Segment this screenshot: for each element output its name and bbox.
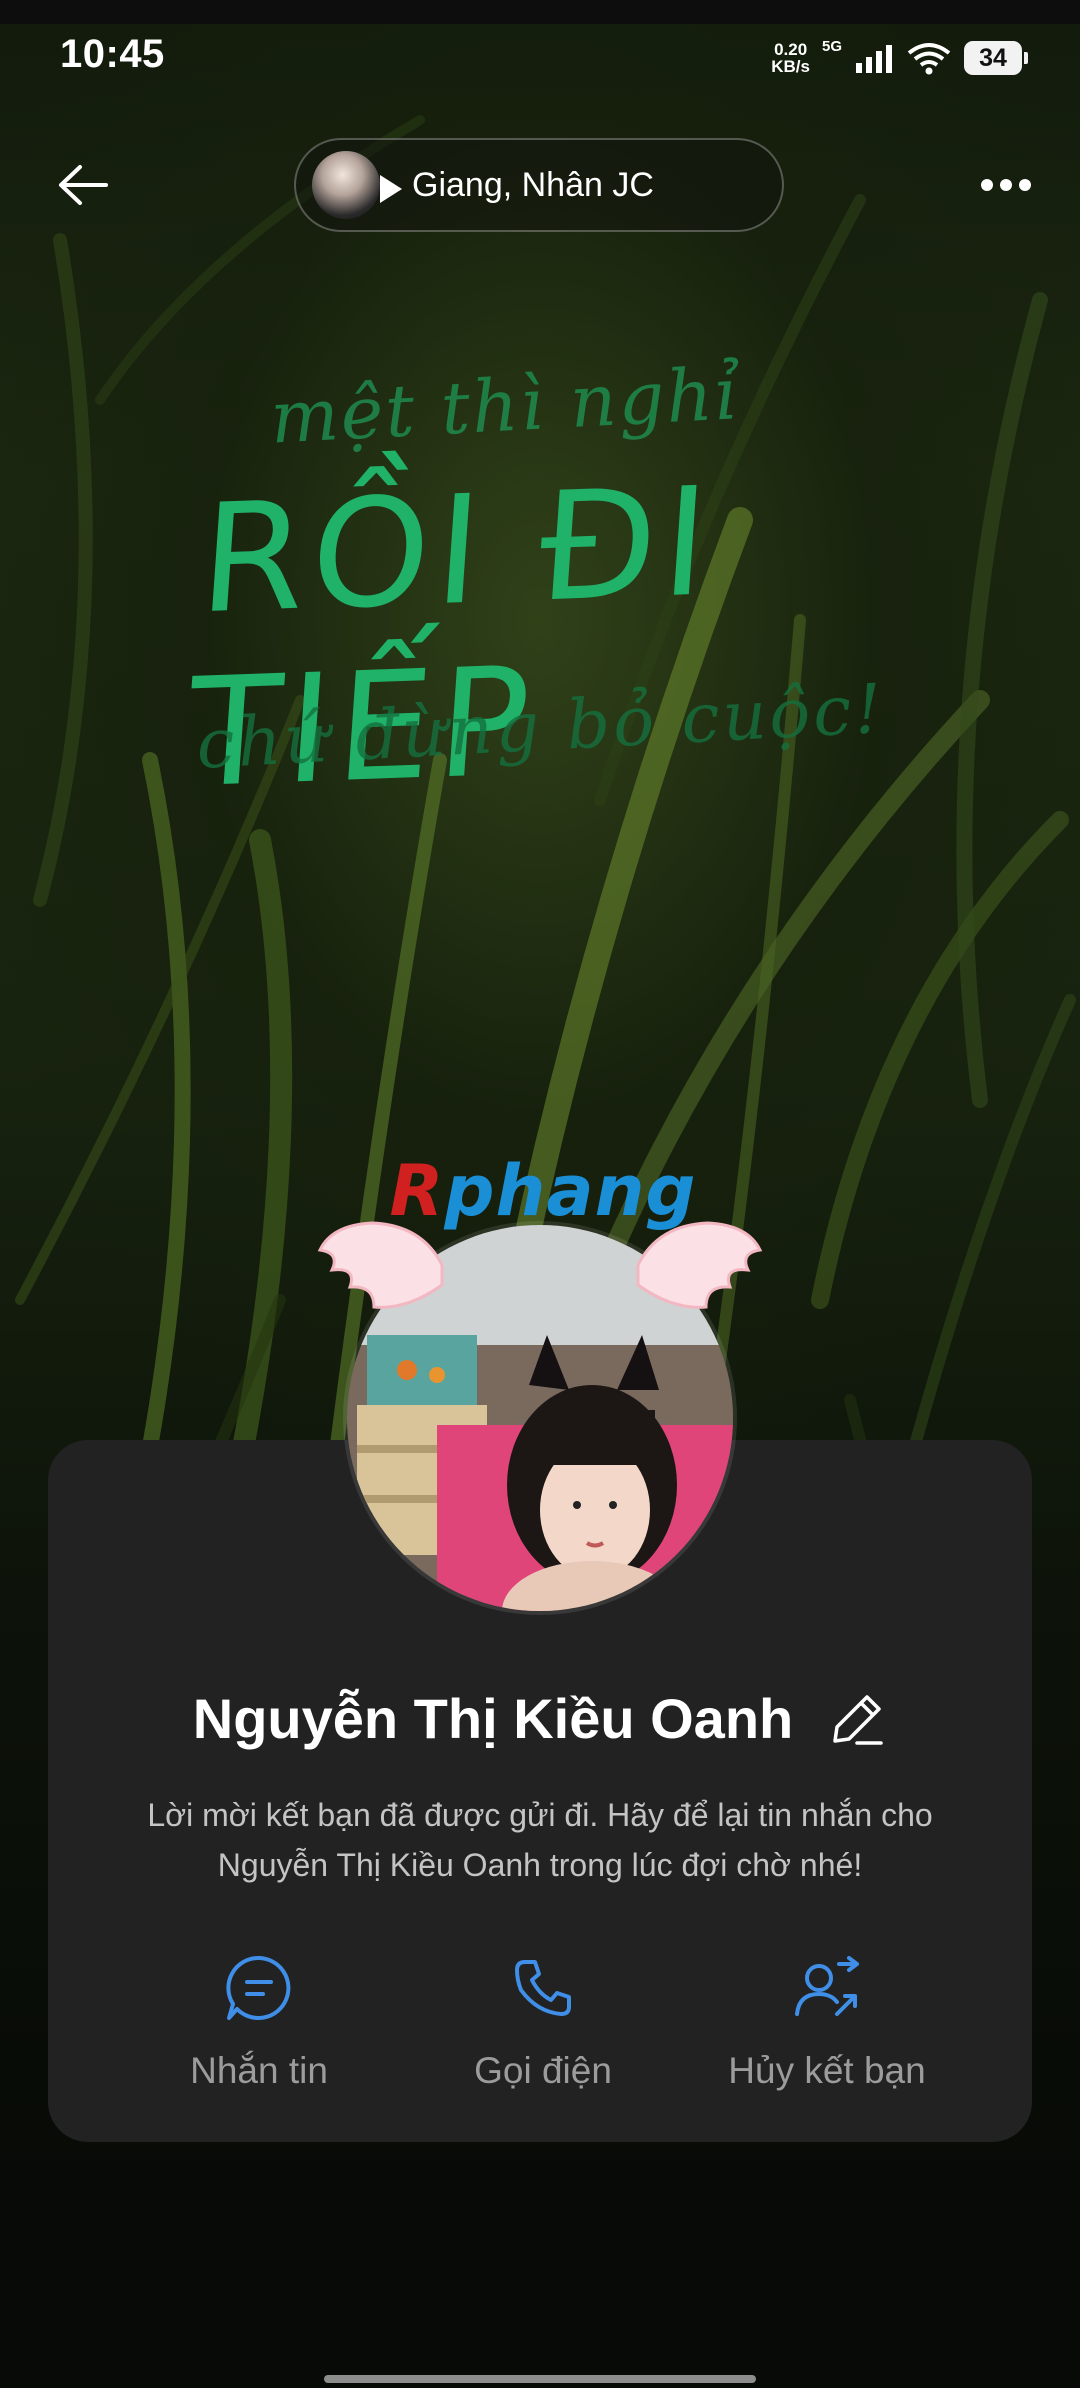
- right-wing-decoration: [636, 1221, 763, 1309]
- dot-icon: [981, 179, 993, 191]
- message-button-label: Nhắn tin: [190, 2050, 328, 2091]
- dot-icon: [1019, 179, 1031, 191]
- dot-icon: [1000, 179, 1012, 191]
- back-button[interactable]: [48, 150, 118, 220]
- profile-actions: Nhắn tin Gọi điện Hủy kết bạn: [48, 1948, 1032, 2092]
- message-button[interactable]: Nhắn tin: [144, 1948, 374, 2092]
- network-speed-unit: KB/s: [771, 57, 810, 76]
- music-thumbnail: [312, 151, 402, 219]
- profile-name-row: Nguyễn Thị Kiều Oanh: [0, 1686, 1080, 1751]
- unfriend-button[interactable]: Hủy kết bạn: [712, 1948, 942, 2092]
- call-button[interactable]: Gọi điện: [428, 1948, 658, 2092]
- pencil-icon: [833, 1694, 883, 1745]
- chat-bubble-icon: [226, 1955, 291, 2020]
- profile-music-player[interactable]: Giang, Nhân JC: [294, 138, 784, 232]
- arrow-left-icon: [59, 165, 108, 205]
- music-title: Giang, Nhân JC: [412, 165, 654, 204]
- network-speed: 0.20 KB/s: [771, 41, 810, 75]
- edit-name-button[interactable]: [827, 1689, 887, 1749]
- more-options-button[interactable]: [972, 160, 1040, 210]
- phone-icon: [515, 1960, 571, 2016]
- battery-icon: 34: [964, 41, 1028, 75]
- call-button-label: Gọi điện: [474, 2050, 612, 2091]
- signal-icon: [856, 45, 892, 73]
- unfriend-icon: [795, 1956, 859, 2016]
- friend-request-message: Lời mời kết bạn đã được gửi đi. Hãy để l…: [147, 1797, 933, 1883]
- left-wing-decoration: [317, 1221, 444, 1309]
- unfriend-button-label: Hủy kết bạn: [728, 2050, 926, 2091]
- status-bar-background: [0, 0, 1080, 24]
- profile-name: Nguyễn Thị Kiều Oanh: [192, 1687, 794, 1750]
- network-type: 5G: [821, 37, 842, 55]
- home-indicator[interactable]: [324, 2375, 756, 2383]
- wifi-icon: [907, 43, 951, 75]
- play-icon: [380, 175, 402, 203]
- status-indicators: 0.20 KB/s 5G 34: [771, 36, 1028, 80]
- network-speed-value: 0.20: [774, 40, 808, 59]
- status-time: 10:45: [60, 32, 165, 76]
